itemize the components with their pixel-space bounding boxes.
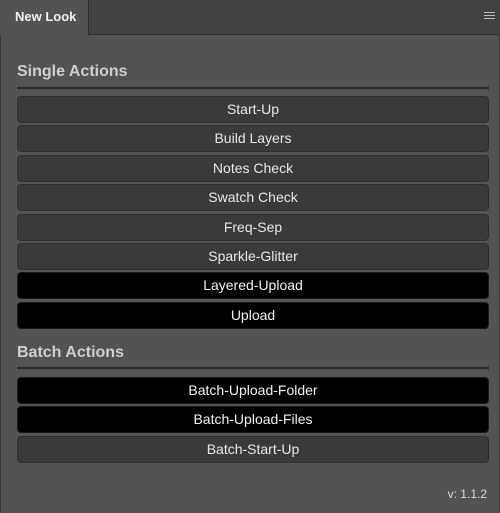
notes-check-button[interactable]: Notes Check <box>17 154 489 182</box>
hamburger-menu-icon[interactable] <box>484 12 495 21</box>
panel-tab-bar: New Look <box>0 0 500 35</box>
single-actions-list: Start-Up Build Layers Notes Check Swatch… <box>17 96 489 331</box>
tab-new-look[interactable]: New Look <box>0 0 89 35</box>
single-actions-divider <box>17 87 489 89</box>
sparkle-glitter-button[interactable]: Sparkle-Glitter <box>17 242 489 270</box>
version-label: v: 1.1.2 <box>447 487 487 501</box>
upload-button[interactable]: Upload <box>17 301 489 329</box>
batch-start-up-button[interactable]: Batch-Start-Up <box>17 435 489 463</box>
swatch-check-button[interactable]: Swatch Check <box>17 184 489 212</box>
layered-upload-button[interactable]: Layered-Upload <box>17 272 489 300</box>
freq-sep-button[interactable]: Freq-Sep <box>17 213 489 241</box>
batch-actions-heading: Batch Actions <box>17 344 124 361</box>
batch-actions-divider <box>17 367 489 369</box>
batch-upload-folder-button[interactable]: Batch-Upload-Folder <box>17 377 489 404</box>
batch-actions-list: Batch-Upload-Folder Batch-Upload-Files B… <box>17 377 489 465</box>
single-actions-heading: Single Actions <box>17 63 128 80</box>
build-layers-button[interactable]: Build Layers <box>17 125 489 153</box>
start-up-button[interactable]: Start-Up <box>17 96 489 123</box>
batch-upload-files-button[interactable]: Batch-Upload-Files <box>17 406 489 434</box>
panel-body: Single Actions Start-Up Build Layers Not… <box>0 35 500 513</box>
